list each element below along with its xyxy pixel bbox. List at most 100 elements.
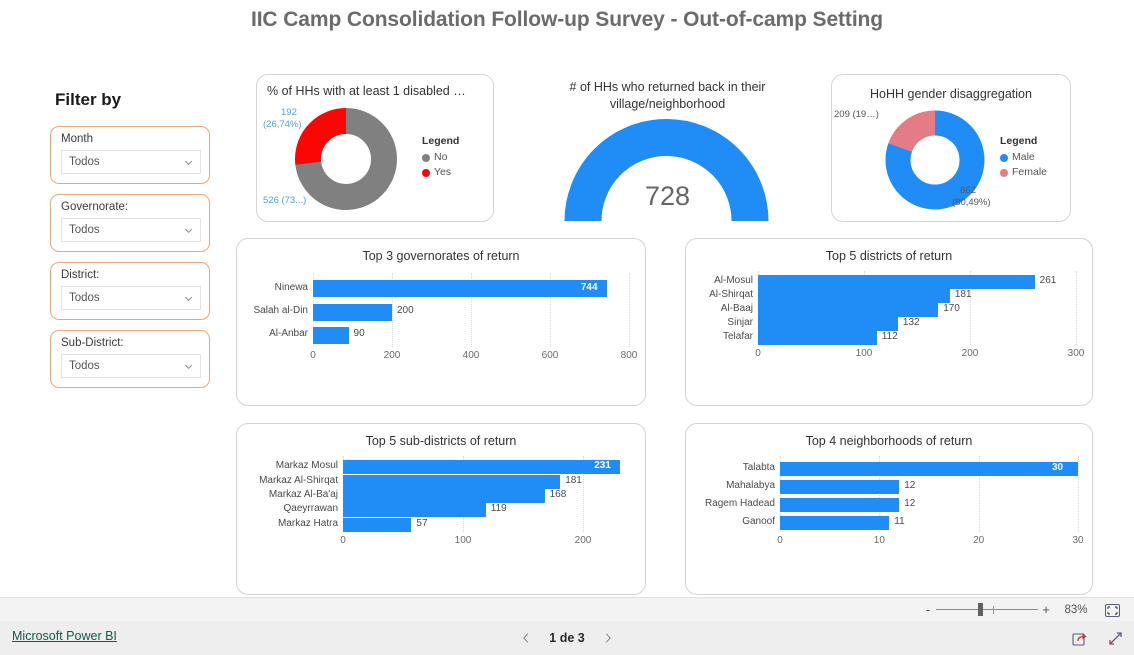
x-axis-tick-label: 200	[574, 535, 592, 546]
donut-label-male-value: 862	[960, 185, 976, 196]
visual-top-districts-bar[interactable]: Top 5 districts of return Al-Mosul 261 Al-…	[685, 238, 1093, 406]
page-title: IIC Camp Consolidation Follow-up Survey …	[250, 8, 884, 31]
footer-actions	[1072, 621, 1124, 655]
slicer-month-value: Todos	[69, 156, 100, 168]
bar[interactable]	[343, 517, 412, 532]
x-axis-tick-label: 0	[755, 348, 761, 359]
bar[interactable]	[780, 516, 890, 530]
x-axis-tick-label: 0	[777, 535, 783, 546]
x-axis-tick-label: 100	[454, 535, 472, 546]
bar[interactable]	[758, 289, 950, 303]
bar-value-label: 119	[490, 503, 507, 515]
chevron-left-icon[interactable]	[519, 631, 533, 645]
page-indicator-label: 1 de 3	[549, 631, 585, 645]
bar[interactable]	[343, 489, 545, 503]
visual-top-sub-districts-bar[interactable]: Top 5 sub-districts of return Markaz Mos…	[236, 423, 646, 595]
share-icon[interactable]	[1072, 630, 1089, 647]
visual-title: Top 5 districts of return	[825, 249, 953, 263]
legend-item-yes[interactable]: Yes	[422, 165, 459, 180]
x-axis-tick-label: 200	[961, 348, 979, 359]
bar-value-label: 200	[397, 305, 414, 316]
visual-top-governorates-bar[interactable]: Top 3 governorates of return Ninewa 744 Sa…	[236, 238, 646, 406]
slicer-district-label: District:	[61, 269, 100, 281]
zoom-controls: - + 83%	[920, 598, 1126, 622]
slicer-month-dropdown[interactable]: Todos	[61, 150, 201, 174]
visual-hohh-gender-donut[interactable]: HoHH gender disaggregation 209 (19…) 862…	[831, 74, 1071, 222]
visual-disabled-hhs-donut[interactable]: % of HHs with at least 1 disabled … 192 …	[256, 74, 494, 222]
legend-label-female: Female	[1012, 166, 1048, 178]
gridline	[629, 273, 630, 347]
slicer-month[interactable]: Month Todos	[50, 126, 210, 184]
zoom-out-button[interactable]: -	[920, 598, 936, 622]
visual-top-neighborhoods-bar[interactable]: Top 4 neighborhoods of return Talabta 30 M…	[685, 423, 1093, 595]
slicer-district[interactable]: District: Todos	[50, 262, 210, 320]
bar-category-label: Ninewa	[274, 281, 308, 293]
chevron-down-icon	[183, 361, 194, 372]
slicer-governorate[interactable]: Governorate: Todos	[50, 194, 210, 252]
footer-bar: Microsoft Power BI 1 de 3	[0, 621, 1134, 655]
bar[interactable]	[313, 280, 607, 298]
gauge-value: 728	[644, 181, 691, 211]
fullscreen-icon[interactable]	[1107, 630, 1124, 647]
bar-category-label: Sinjar	[727, 317, 753, 328]
slicer-district-dropdown[interactable]: Todos	[61, 286, 201, 310]
bar[interactable]	[313, 326, 349, 344]
slicer-governorate-label: Governorate:	[61, 201, 129, 213]
visual-title: % of HHs with at least 1 disabled …	[267, 84, 466, 98]
slicer-governorate-dropdown[interactable]: Todos	[61, 218, 201, 242]
bar-value-label: 231	[594, 460, 611, 472]
gridline	[1076, 271, 1077, 345]
slicer-sub-district-dropdown[interactable]: Todos	[61, 354, 201, 378]
x-axis-tick-label: 200	[383, 350, 401, 361]
bar[interactable]	[780, 462, 1078, 476]
bar-category-label: Markaz Al-Ba'aj	[268, 489, 338, 500]
bar-value-label: 168	[549, 489, 567, 500]
legend-title: Legend	[1000, 135, 1038, 147]
visual-returned-hhs-gauge[interactable]: # of HHs who returned back in their vill…	[520, 70, 815, 225]
bar-category-label: Ragem Hadead	[704, 498, 775, 509]
zoom-slider-thumb[interactable]	[978, 603, 983, 616]
disabled-donut-chart[interactable]	[294, 107, 398, 211]
x-axis-tick-label: 600	[541, 350, 559, 361]
bar-plot-area: Ninewa 744 Salah al-Din 200 Al-Anbar 90 0 200 40…	[254, 273, 637, 365]
chevron-down-icon	[183, 157, 194, 168]
bar-value-label: 12	[904, 498, 916, 509]
zoom-bar: - + 83%	[0, 597, 1134, 623]
zoom-in-button[interactable]: +	[1038, 598, 1054, 622]
bar[interactable]	[780, 498, 900, 512]
legend-swatch-yes	[422, 168, 430, 177]
visual-title: Top 5 sub-districts of return	[365, 434, 517, 448]
fit-to-page-icon[interactable]	[1098, 598, 1126, 622]
bar-category-label: Qaeyrrawan	[283, 503, 338, 515]
bar[interactable]	[758, 331, 877, 345]
bar-category-label: Telafar	[722, 331, 753, 342]
bar[interactable]	[343, 460, 621, 475]
bar[interactable]	[343, 474, 561, 489]
bar[interactable]	[758, 275, 1035, 289]
bar[interactable]	[313, 303, 392, 321]
x-axis-tick-label: 100	[855, 348, 873, 359]
bar-value-label: 744	[580, 281, 598, 293]
legend-item-male[interactable]: Male	[1000, 150, 1047, 165]
filter-panel-heading: Filter by	[55, 90, 122, 109]
report-canvas: IIC Camp Consolidation Follow-up Survey …	[0, 0, 1134, 597]
legend-title: Legend	[422, 135, 460, 147]
visual-title: Top 4 neighborhoods of return	[805, 434, 973, 448]
bar[interactable]	[780, 480, 900, 494]
slicer-sub-district-value: Todos	[69, 360, 100, 372]
legend: Legend No Yes	[422, 135, 459, 180]
zoom-slider[interactable]	[936, 598, 1038, 622]
bar[interactable]	[758, 303, 939, 317]
bar[interactable]	[758, 317, 898, 331]
legend: Legend Male Female	[1000, 135, 1047, 180]
x-axis-tick-label: 0	[340, 535, 346, 546]
bar[interactable]	[343, 503, 486, 518]
legend-item-female[interactable]: Female	[1000, 165, 1047, 180]
bar-category-label: Markaz Mosul	[275, 460, 338, 472]
zoom-percent-label: 83%	[1064, 604, 1088, 616]
legend-item-no[interactable]: No	[422, 150, 459, 165]
slicer-sub-district[interactable]: Sub-District: Todos	[50, 330, 210, 388]
slicer-month-label: Month	[61, 133, 93, 145]
legend-label-male: Male	[1012, 151, 1035, 163]
chevron-right-icon[interactable]	[601, 631, 615, 645]
